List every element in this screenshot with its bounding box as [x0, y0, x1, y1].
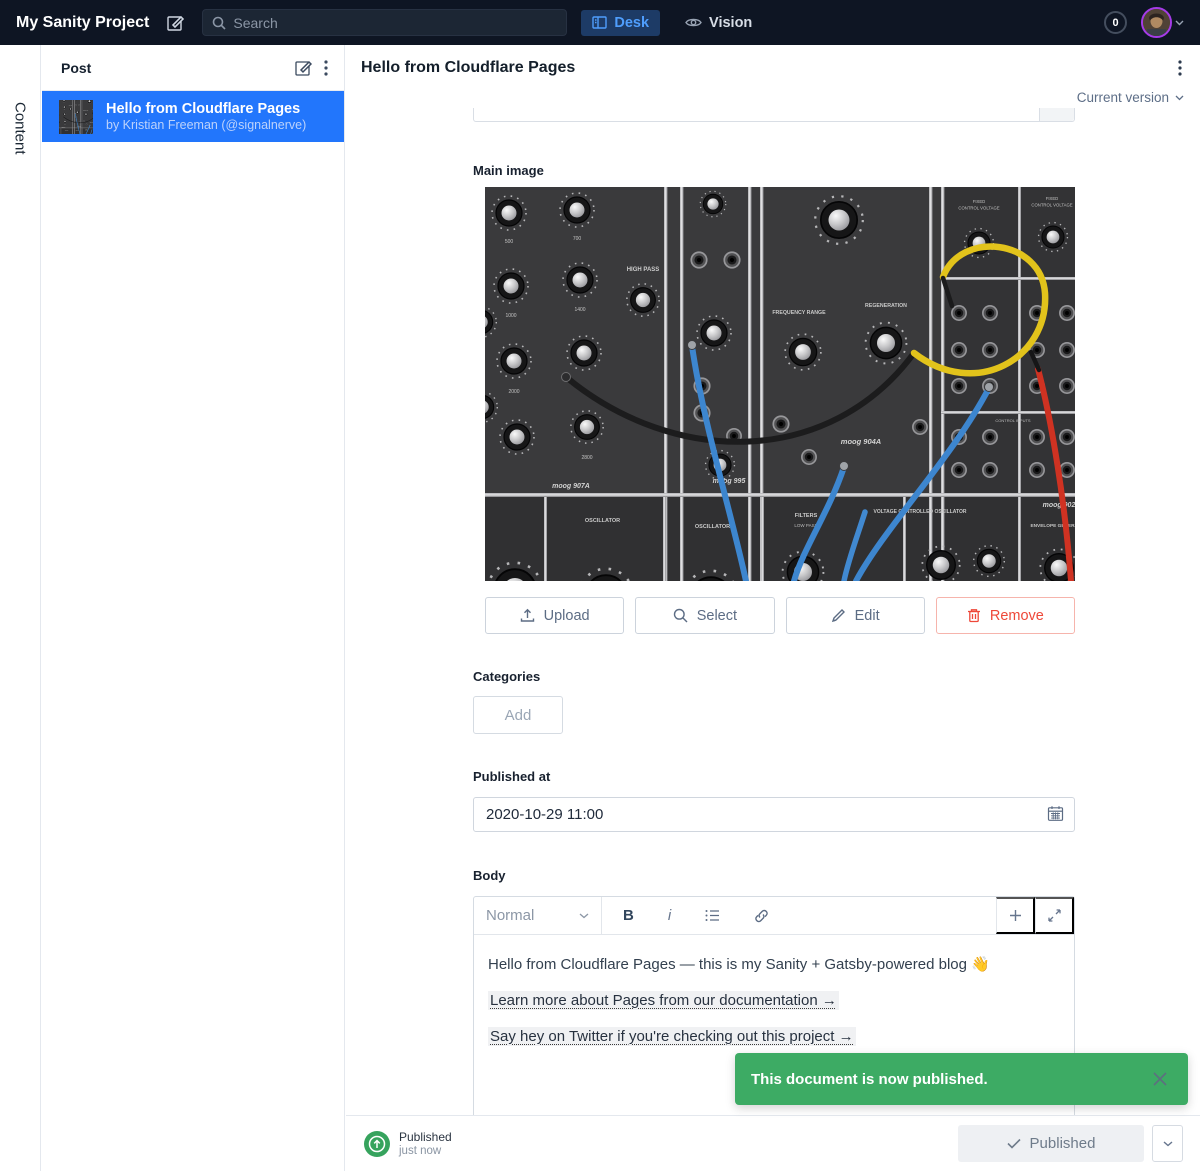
publish-status-time: just now [399, 1145, 958, 1157]
remove-button[interactable]: Remove [936, 597, 1075, 634]
bold-button[interactable]: B [623, 907, 634, 924]
italic-button[interactable]: i [668, 907, 671, 924]
list-pane-header: Post [42, 45, 344, 91]
upload-icon [520, 608, 535, 623]
publish-status-title: Published [399, 1130, 958, 1144]
tool-rail-content-label[interactable]: Content [12, 102, 29, 155]
upload-label: Upload [544, 608, 590, 624]
body-paragraph[interactable]: Hello from Cloudflare Pages — this is my… [488, 954, 1060, 976]
tool-rail: Content [0, 45, 41, 1171]
slug-field-partial[interactable] [473, 108, 1075, 122]
search-bar[interactable] [202, 9, 567, 36]
new-document-button[interactable] [163, 10, 188, 35]
edit-label: Edit [855, 608, 880, 624]
calendar-button[interactable] [1047, 805, 1064, 827]
edit-button[interactable]: Edit [786, 597, 925, 634]
insert-block-button[interactable] [996, 897, 1035, 934]
compose-icon [167, 14, 184, 31]
eye-icon [685, 15, 702, 30]
list-item-thumbnail [59, 100, 93, 134]
link-button[interactable] [754, 909, 769, 923]
link-icon [754, 909, 769, 923]
body-link-twitter[interactable]: Say hey on Twitter if you're checking ou… [488, 1027, 856, 1046]
text-style-selector[interactable]: Normal [474, 897, 602, 934]
upload-button[interactable]: Upload [485, 597, 624, 634]
bullet-list-button[interactable] [705, 909, 720, 922]
project-title: My Sanity Project [16, 14, 149, 32]
published-status-icon [364, 1131, 390, 1157]
pencil-icon [831, 608, 846, 623]
remove-label: Remove [990, 608, 1044, 624]
chevron-down-icon [1175, 95, 1184, 101]
notifications-badge[interactable]: 0 [1104, 11, 1127, 34]
kebab-menu-icon [1178, 60, 1182, 76]
search-input[interactable] [233, 15, 557, 31]
main-image-label: Main image [473, 163, 1075, 178]
desk-icon [592, 15, 607, 30]
add-category-button[interactable]: Add [473, 696, 563, 734]
bullet-list-icon [705, 909, 720, 922]
list-pane-menu-button[interactable] [318, 54, 334, 82]
document-list-pane: Post Hello from Cloudflare Pages by Kris… [42, 45, 345, 1171]
slug-generate-button-partial[interactable] [1039, 108, 1074, 121]
avatar [1141, 7, 1172, 38]
chevron-down-icon [579, 913, 589, 919]
compose-icon [295, 59, 312, 76]
calendar-icon [1047, 805, 1064, 822]
toast-message: This document is now published. [751, 1071, 1148, 1088]
publish-status[interactable]: Published just now [399, 1130, 958, 1157]
arrow-up-circle-icon [368, 1135, 386, 1153]
list-item-subtitle: by Kristian Freeman (@signalnerve) [106, 118, 306, 133]
select-button[interactable]: Select [635, 597, 774, 634]
list-item-title: Hello from Cloudflare Pages [106, 100, 306, 118]
version-selector[interactable]: Current version [1077, 90, 1184, 105]
list-pane-title: Post [61, 60, 289, 76]
trash-icon [967, 608, 981, 623]
search-icon [212, 16, 226, 30]
search-icon [673, 608, 688, 623]
categories-label: Categories [473, 669, 1075, 684]
fullscreen-button[interactable] [1035, 897, 1074, 934]
badge-count: 0 [1112, 17, 1118, 29]
published-at-input[interactable] [473, 797, 1075, 832]
document-header: Hello from Cloudflare Pages [346, 45, 1200, 90]
version-label: Current version [1077, 90, 1169, 105]
chevron-down-icon [1163, 1141, 1173, 1147]
plus-icon [1009, 909, 1022, 922]
close-icon [1152, 1071, 1168, 1087]
kebab-menu-icon [324, 60, 328, 76]
body-label: Body [473, 868, 1075, 883]
main-image[interactable] [485, 187, 1075, 581]
publish-success-toast: This document is now published. [735, 1053, 1188, 1105]
image-actions: Upload Select Edit Remove [485, 597, 1075, 634]
document-title: Hello from Cloudflare Pages [361, 59, 1170, 77]
top-navbar: My Sanity Project Desk Vision 0 [0, 0, 1200, 45]
document-menu-button[interactable] [1170, 54, 1190, 82]
published-at-label: Published at [473, 769, 1075, 784]
chevron-down-icon [1175, 20, 1184, 26]
expand-icon [1048, 909, 1061, 922]
check-icon [1007, 1138, 1021, 1149]
list-item-hello-from-cloudflare-pages[interactable]: Hello from Cloudflare Pages by Kristian … [42, 91, 344, 142]
sanity-studio-app: My Sanity Project Desk Vision 0 Content [0, 0, 1200, 1171]
editor-toolbar: Normal B i [474, 897, 1074, 935]
tab-desk[interactable]: Desk [581, 10, 660, 36]
tab-vision-label: Vision [709, 15, 752, 31]
create-new-post-button[interactable] [289, 53, 318, 82]
text-style-value: Normal [486, 907, 571, 924]
tab-desk-label: Desk [614, 15, 649, 31]
body-link-documentation[interactable]: Learn more about Pages from our document… [488, 991, 839, 1010]
publish-button-label: Published [1030, 1135, 1096, 1152]
toast-close-button[interactable] [1148, 1067, 1172, 1091]
publish-button[interactable]: Published [958, 1125, 1144, 1162]
document-footer: Published just now Published [346, 1115, 1200, 1171]
user-menu[interactable] [1141, 7, 1184, 38]
document-editor-pane: Hello from Cloudflare Pages Current vers… [346, 45, 1200, 1171]
publish-menu-button[interactable] [1152, 1125, 1183, 1162]
select-label: Select [697, 608, 737, 624]
tab-vision[interactable]: Vision [674, 10, 763, 36]
document-form: Main image Upload Select [473, 108, 1075, 1123]
